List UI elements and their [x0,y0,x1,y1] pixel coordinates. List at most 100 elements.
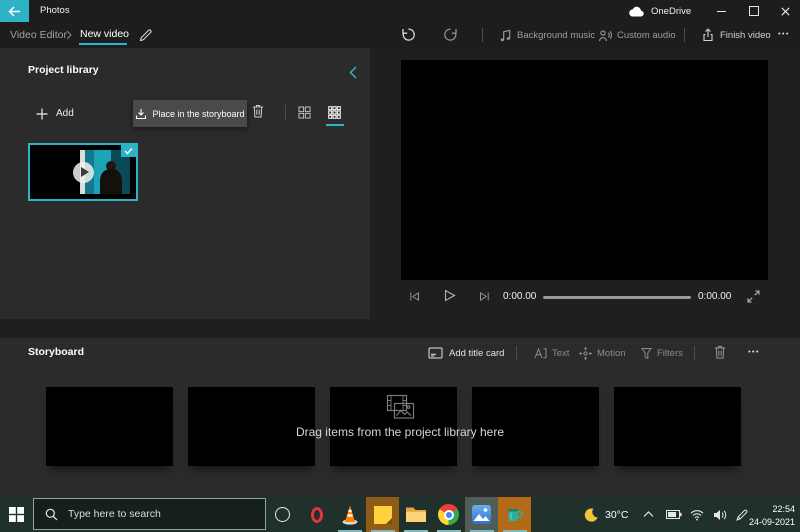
seek-slider[interactable] [543,296,691,299]
more-options-button[interactable]: ••• [772,22,796,48]
video-clip-thumbnail[interactable] [28,143,138,201]
battery-icon[interactable] [666,510,682,519]
check-icon [124,147,133,155]
minimize-icon [717,10,726,12]
close-button[interactable] [770,0,800,22]
clock-time: 22:54 [772,504,795,514]
redo-icon[interactable] [443,27,458,41]
back-button[interactable] [0,0,29,22]
add-button[interactable]: Add [36,100,74,127]
sticky-notes-icon [373,505,392,524]
place-icon [135,108,147,120]
background-music-button[interactable]: Background music [499,22,595,48]
clip-selected-checkbox[interactable] [121,145,136,157]
total-time: 0:00.00 [698,291,732,302]
onedrive-cloud-icon [628,6,645,17]
filters-button[interactable]: Filters [641,344,683,362]
previous-frame-button[interactable] [409,291,420,302]
search-input[interactable] [66,507,240,521]
title-card-icon [428,347,443,359]
current-time: 0:00.00 [503,291,537,302]
motion-tool-icon [579,346,592,360]
weather-widget[interactable]: 30°C [583,497,628,532]
finish-video-button[interactable]: Finish video [701,22,771,48]
app-title: Photos [40,5,70,16]
cortana-icon [275,507,290,522]
maximize-button[interactable] [738,0,769,22]
onedrive-status[interactable]: OneDrive [628,0,691,22]
grid-small-view-icon[interactable] [298,106,311,119]
filters-tool-icon [641,347,652,360]
storyboard-title: Storyboard [28,346,85,358]
collapse-panel-icon[interactable] [349,66,357,79]
tray-expand-icon[interactable] [643,511,654,518]
library-separator [285,105,286,120]
breadcrumb-chevron-icon [66,30,72,40]
clip-play-overlay[interactable] [73,162,94,183]
person-audio-icon [598,29,612,42]
place-in-storyboard-label: Place in the storyboard [152,108,245,119]
video-preview-screen [401,60,768,280]
text-label: Text [552,347,570,359]
volume-icon[interactable] [713,509,727,521]
finish-video-label: Finish video [720,29,771,41]
taskbar-icon-file-explorer[interactable] [399,497,432,532]
share-icon [701,28,715,42]
next-frame-button[interactable] [479,291,490,302]
windows-logo-icon [9,507,24,522]
text-tool-icon [534,347,547,359]
taskbar-icon-mug-app[interactable] [498,497,531,532]
add-title-card-label: Add title card [449,347,505,359]
photos-app-icon [472,505,491,524]
start-button[interactable] [0,497,33,532]
filmstrip-photo-icon [381,394,418,424]
close-icon [781,6,790,16]
storyboard-separator [694,346,695,360]
taskbar-icon-photos[interactable] [465,497,498,532]
folder-icon [405,506,427,523]
taskbar-icon-vlc[interactable] [333,497,366,532]
taskbar-icon-cortana[interactable] [266,497,299,532]
storyboard-separator [516,346,517,360]
grid-large-selected-underline [326,124,344,126]
grid-large-view-icon[interactable] [328,106,341,119]
custom-audio-button[interactable]: Custom audio [598,22,676,48]
wifi-icon[interactable] [690,509,704,521]
taskbar-icon-sticky-notes[interactable] [366,497,399,532]
storyboard-trash-icon[interactable] [714,345,726,359]
project-library-title: Project library [28,64,99,76]
project-name-underline [79,43,127,45]
toolbar-separator [482,28,483,42]
taskbar-clock[interactable]: 22:54 24-09-2021 [742,503,795,528]
add-title-card-button[interactable]: Add title card [428,344,504,362]
place-in-storyboard-button[interactable]: Place in the storyboard [133,100,247,127]
moon-icon [583,507,599,523]
clock-date: 24-09-2021 [748,516,795,527]
add-label: Add [56,108,74,119]
undo-icon[interactable] [401,27,416,41]
maximize-icon [748,6,759,16]
mug-icon [506,506,524,523]
fullscreen-icon[interactable] [747,290,760,303]
taskbar-icon-opera[interactable] [300,497,333,532]
onedrive-label: OneDrive [651,5,692,17]
taskbar-icon-chrome[interactable] [432,497,465,532]
plus-icon [36,108,48,120]
library-trash-icon[interactable] [252,104,264,118]
storyboard-more-button[interactable]: ••• [742,344,766,362]
music-note-icon [499,29,512,42]
play-button[interactable] [444,289,456,302]
rename-pencil-icon[interactable] [139,29,152,42]
storyboard-empty-message: Drag items from the project library here [295,425,505,439]
breadcrumb-video-editor[interactable]: Video Editor [10,22,67,48]
minimize-button[interactable] [706,0,737,22]
toolbar-separator [684,28,685,42]
play-icon [81,167,89,177]
search-icon [45,508,58,521]
text-button[interactable]: Text [534,344,569,362]
motion-label: Motion [597,347,626,359]
motion-button[interactable]: Motion [579,344,626,362]
temperature-label: 30°C [605,508,629,521]
taskbar-search[interactable] [33,498,266,530]
chrome-icon [438,504,459,525]
